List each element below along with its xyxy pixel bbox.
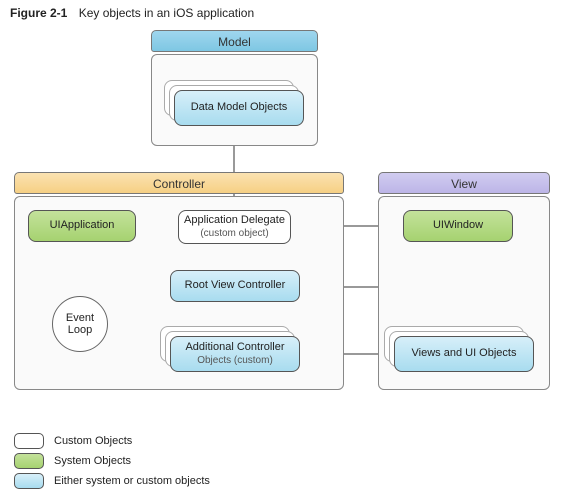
uiapplication-label: UIApplication <box>50 219 115 233</box>
event-loop-node: Event Loop <box>52 296 108 352</box>
views-ui-objects-node: Views and UI Objects <box>394 336 534 372</box>
uiwindow-node: UIWindow <box>403 210 513 242</box>
addl-controllers-sublabel: Objects (custom) <box>197 355 273 368</box>
model-panel-header: Model <box>151 30 318 52</box>
legend-row-custom: Custom Objects <box>14 433 210 449</box>
event-loop-label: Event Loop <box>66 312 94 336</box>
legend-swatch-system <box>14 453 44 469</box>
legend: Custom Objects System Objects Either sys… <box>14 429 210 493</box>
addl-controllers-node: Additional Controller Objects (custom) <box>170 336 300 372</box>
uiwindow-label: UIWindow <box>433 219 483 233</box>
app-delegate-label: Application Delegate <box>184 214 285 228</box>
legend-label-system: System Objects <box>54 455 131 467</box>
data-model-label: Data Model Objects <box>191 101 288 115</box>
uiapplication-node: UIApplication <box>28 210 136 242</box>
view-panel-header: View <box>378 172 550 194</box>
app-delegate-node: Application Delegate (custom object) <box>178 210 291 244</box>
data-model-objects-node: Data Model Objects <box>174 90 304 126</box>
legend-label-either: Either system or custom objects <box>54 475 210 487</box>
controller-panel-title: Controller <box>153 177 205 191</box>
model-panel-title: Model <box>218 35 251 49</box>
view-panel-title: View <box>451 177 477 191</box>
legend-swatch-either <box>14 473 44 489</box>
addl-controllers-label: Additional Controller <box>185 341 284 355</box>
root-vc-node: Root View Controller <box>170 270 300 302</box>
legend-label-custom: Custom Objects <box>54 435 132 447</box>
legend-row-either: Either system or custom objects <box>14 473 210 489</box>
controller-panel-header: Controller <box>14 172 344 194</box>
root-vc-label: Root View Controller <box>185 279 286 293</box>
app-delegate-sublabel: (custom object) <box>200 228 268 241</box>
views-ui-label: Views and UI Objects <box>412 347 517 361</box>
legend-swatch-custom <box>14 433 44 449</box>
legend-row-system: System Objects <box>14 453 210 469</box>
